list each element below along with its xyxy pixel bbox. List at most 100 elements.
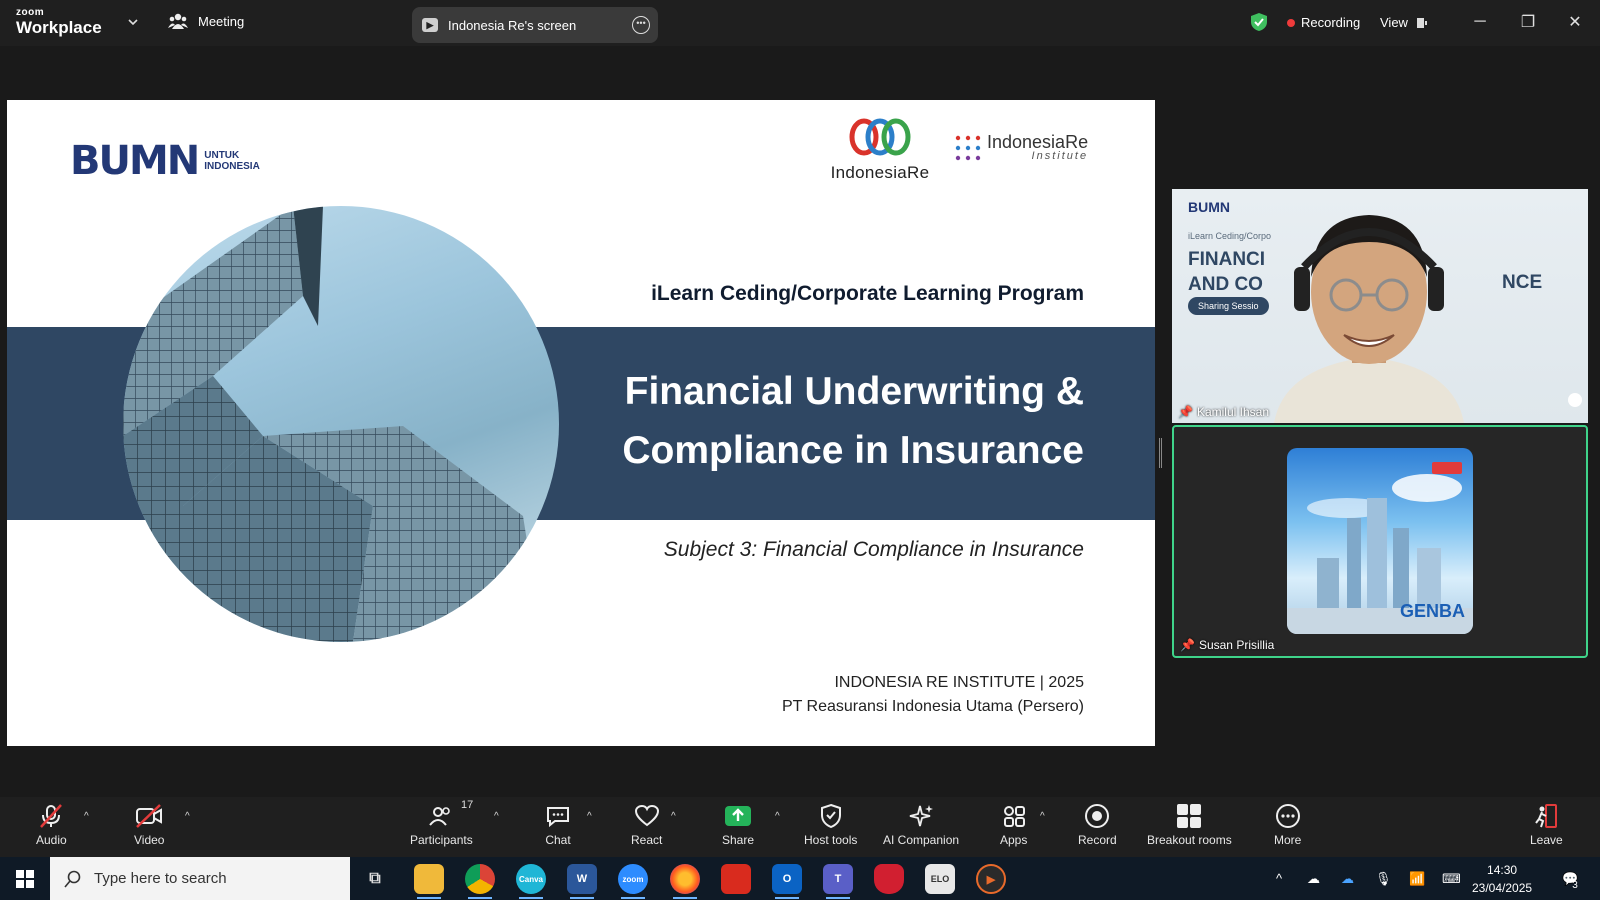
virtual-bg-title: FINANCI AND CO [1188, 247, 1265, 297]
onedrive-icon[interactable]: ☁ [1307, 857, 1320, 900]
more-options-icon[interactable]: ••• [632, 16, 650, 34]
virtual-bg-small-text: iLearn Ceding/Corpo [1188, 231, 1272, 241]
virtual-bg-title-fragment: NCE [1502, 272, 1543, 293]
indonesia-re-logo: IndonesiaRe [825, 118, 935, 183]
slide-subject: Subject 3: Financial Compliance in Insur… [663, 538, 1084, 561]
show-hidden-icons[interactable]: ^ [1276, 857, 1282, 900]
wifi-icon[interactable]: 📶 [1409, 857, 1425, 900]
view-label: View [1380, 15, 1408, 30]
more-button[interactable]: More [1274, 803, 1301, 847]
host-tools-label: Host tools [804, 833, 858, 847]
windows-start-icon[interactable] [16, 870, 34, 888]
apps-button[interactable]: Apps [1000, 803, 1027, 847]
record-label: Record [1078, 833, 1117, 847]
react-button[interactable]: React [631, 803, 662, 847]
word-icon[interactable]: W [567, 864, 597, 899]
share-label: Share [722, 833, 755, 847]
brand-big: Workplace [16, 18, 102, 37]
record-icon [1085, 804, 1110, 828]
institute-wordmark: IndonesiaRe [987, 132, 1089, 152]
indonesia-re-wordmark: IndonesiaRe [830, 163, 930, 182]
video-options-caret[interactable]: ^ [185, 811, 190, 822]
notifications-icon[interactable]: 💬 3 [1562, 857, 1578, 900]
virtual-bg-brand: BUMN [1188, 199, 1230, 215]
meeting-button[interactable]: Meeting [168, 12, 244, 30]
share-screen-icon [725, 806, 752, 826]
virtual-bg-title-line-1: FINANCI [1188, 249, 1266, 270]
apps-grid-icon [1003, 806, 1025, 827]
recording-indicator[interactable]: Recording [1287, 15, 1360, 30]
sparkle-icon [909, 805, 934, 827]
chat-options-caret[interactable]: ^ [587, 811, 592, 822]
canva-icon[interactable]: Canva [516, 864, 546, 899]
notification-count: 3 [1572, 880, 1578, 891]
participant-name-tag: 📌 Kamilul Ihsan [1178, 405, 1269, 419]
host-tools-button[interactable]: Host tools [804, 803, 857, 847]
apps-options-caret[interactable]: ^ [1040, 811, 1045, 822]
breakout-rooms-button[interactable]: Breakout rooms [1147, 803, 1232, 847]
slide-footer-institute: INDONESIA RE INSTITUTE | 2025 [834, 674, 1084, 691]
chevron-down-icon[interactable] [126, 15, 140, 29]
minimize-icon[interactable]: ─ [1470, 12, 1490, 32]
view-button[interactable]: View [1380, 15, 1428, 30]
file-explorer-icon[interactable] [414, 864, 444, 899]
teams-icon[interactable]: T [823, 864, 853, 899]
chat-label: Chat [545, 833, 571, 847]
close-icon[interactable]: ✕ [1565, 12, 1585, 32]
clock-time: 14:30 [1487, 863, 1518, 877]
slide-title-line-1: Financial Underwriting & [624, 370, 1084, 413]
microphone-icon[interactable]: 🎙 [1375, 857, 1392, 900]
heart-icon [634, 804, 659, 827]
ai-companion-button[interactable]: AI Companion [883, 803, 959, 847]
share-button[interactable]: Share [722, 803, 754, 847]
participants-options-caret[interactable]: ^ [494, 811, 499, 822]
leave-button[interactable]: Leave [1530, 803, 1563, 847]
audio-button[interactable]: Audio [36, 803, 67, 847]
view-layout-icon [1416, 17, 1427, 28]
video-options-icon[interactable] [1568, 393, 1582, 407]
bumn-wordmark: BUMN [70, 138, 200, 184]
security-shield-icon[interactable] [874, 864, 904, 894]
video-camera-off-icon [136, 804, 163, 828]
outlook-icon[interactable]: O [772, 864, 802, 899]
brand-small: zoom [16, 7, 45, 18]
restore-icon[interactable]: ❐ [1518, 12, 1538, 32]
chrome-icon[interactable] [465, 864, 495, 899]
chat-button[interactable]: Chat [545, 803, 571, 847]
acrobat-icon[interactable] [721, 864, 751, 894]
screen-share-pill[interactable]: ▶ Indonesia Re's screen ••• [412, 7, 658, 43]
participant-video-feed [1274, 215, 1464, 423]
firefox-icon[interactable] [670, 864, 700, 899]
video-button[interactable]: Video [134, 803, 164, 847]
participant-name-tag: 📌 Susan Prisillia [1180, 638, 1274, 652]
display-icon[interactable]: ⌨ [1442, 857, 1461, 900]
slide-title-line-2: Compliance in Insurance [622, 429, 1084, 472]
share-options-caret[interactable]: ^ [775, 811, 780, 822]
participant-avatar: GENBA [1287, 448, 1473, 634]
taskbar-search-box[interactable]: Type here to search [50, 857, 350, 900]
genba-wordmark: GENBA [1399, 601, 1465, 621]
shield-check-icon[interactable] [1250, 12, 1268, 32]
video-tile-susan[interactable]: GENBA 📌 Susan Prisillia [1172, 425, 1588, 658]
video-tile-kamilul[interactable]: BUMN iLearn Ceding/Corpo FINANCI AND CO … [1172, 189, 1588, 423]
program-heading: iLearn Ceding/Corporate Learning Program [651, 282, 1084, 305]
participants-label: Participants [410, 833, 473, 847]
zoom-workplace-logo: zoom Workplace [16, 7, 102, 37]
media-player-icon[interactable]: ▶ [976, 864, 1006, 894]
record-button[interactable]: Record [1078, 803, 1117, 847]
audio-options-caret[interactable]: ^ [84, 811, 89, 822]
breakout-rooms-label: Breakout rooms [1147, 833, 1232, 847]
elo-app-icon[interactable]: ELO [925, 864, 955, 894]
slide-title: Financial Underwriting & Compliance in I… [464, 362, 1084, 480]
people-icon [168, 13, 188, 29]
react-options-caret[interactable]: ^ [671, 811, 676, 822]
zoom-app-icon[interactable]: zoom [618, 864, 648, 899]
participant-name: Susan Prisillia [1198, 638, 1275, 652]
system-clock[interactable]: 14:30 23/04/2025 [1472, 861, 1532, 897]
panel-resize-handle[interactable] [1159, 438, 1162, 468]
task-view-icon[interactable]: ⧉ [360, 864, 390, 894]
apps-label: Apps [1000, 833, 1028, 847]
shield-icon [820, 803, 841, 829]
audio-label: Audio [36, 833, 67, 847]
onedrive-business-icon[interactable]: ☁ [1341, 857, 1354, 900]
